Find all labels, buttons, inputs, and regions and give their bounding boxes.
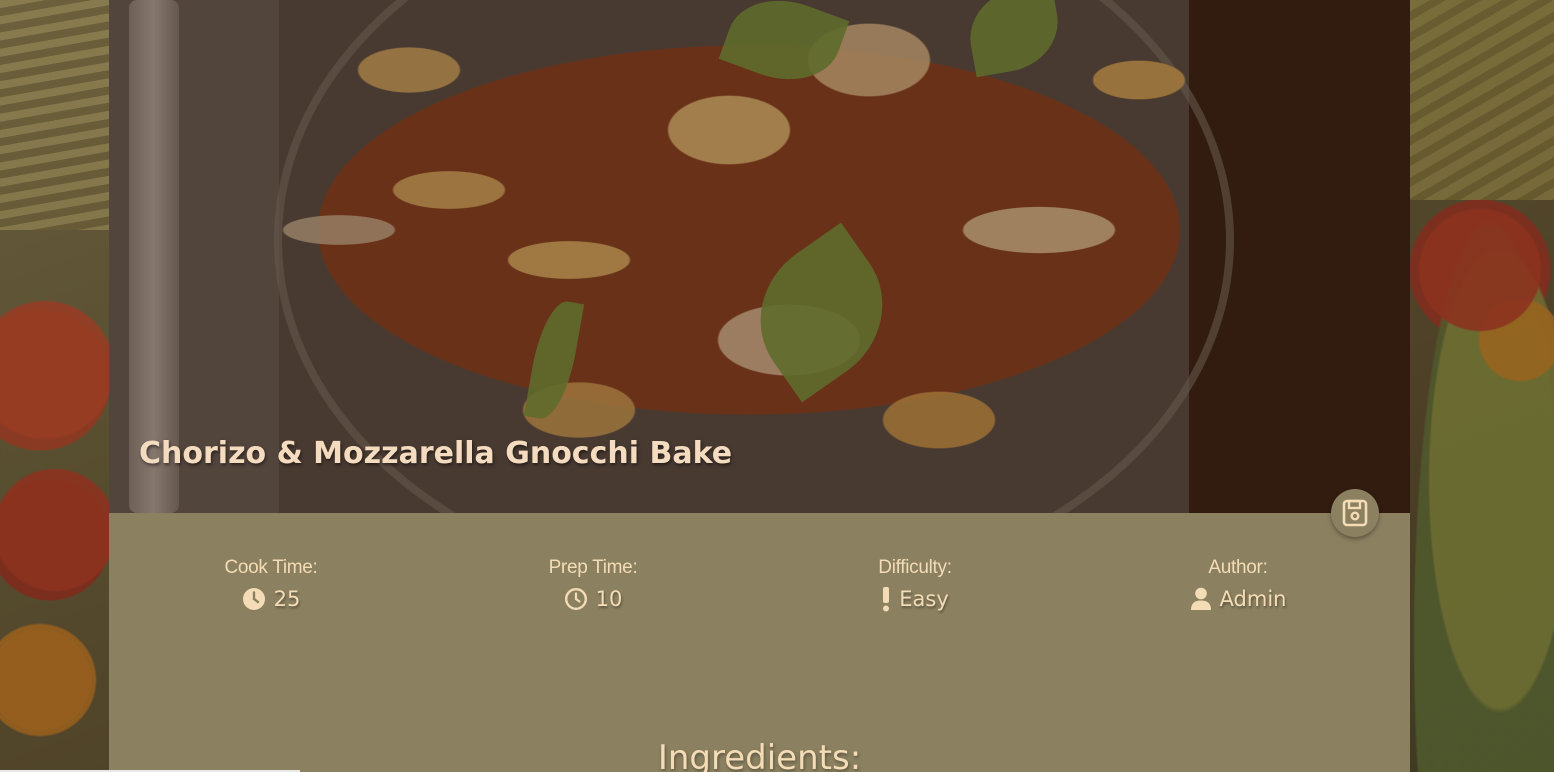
difficulty: Difficulty: Easy	[795, 555, 1035, 613]
cook-time: Cook Time: 25	[151, 555, 391, 613]
exclamation-icon	[883, 587, 890, 612]
cook-time-value: 25	[273, 587, 301, 611]
clock-solid-icon	[242, 588, 265, 610]
prep-time: Prep Time: 10	[473, 555, 713, 613]
save-recipe-button[interactable]	[1331, 489, 1379, 537]
prep-time-value: 10	[595, 587, 623, 611]
author-value: Admin	[1219, 587, 1287, 611]
difficulty-value: Easy	[899, 587, 949, 611]
user-icon	[1190, 587, 1211, 610]
ingredients-heading: Ingredients:	[657, 738, 862, 772]
recipe-title: Chorizo & Mozzarella Gnocchi Bake	[139, 436, 733, 471]
background-vegetables-left	[0, 0, 109, 772]
recipe-hero-image: Chorizo & Mozzarella Gnocchi Bake	[109, 0, 1410, 513]
floppy-disk-icon	[1342, 499, 1368, 527]
prep-time-label: Prep Time:	[548, 557, 638, 578]
author: Author: Admin	[1118, 555, 1358, 613]
clock-outline-icon	[564, 587, 587, 611]
recipe-info-row: Cook Time: 25 Prep Time: 10 Difficulty:	[109, 555, 1410, 625]
recipe-card: Chorizo & Mozzarella Gnocchi Bake Cook T…	[109, 0, 1410, 772]
background-vegetables-right	[1410, 0, 1554, 772]
difficulty-label: Difficulty:	[878, 557, 952, 578]
cook-time-label: Cook Time:	[224, 557, 318, 578]
author-label: Author:	[1208, 557, 1268, 578]
